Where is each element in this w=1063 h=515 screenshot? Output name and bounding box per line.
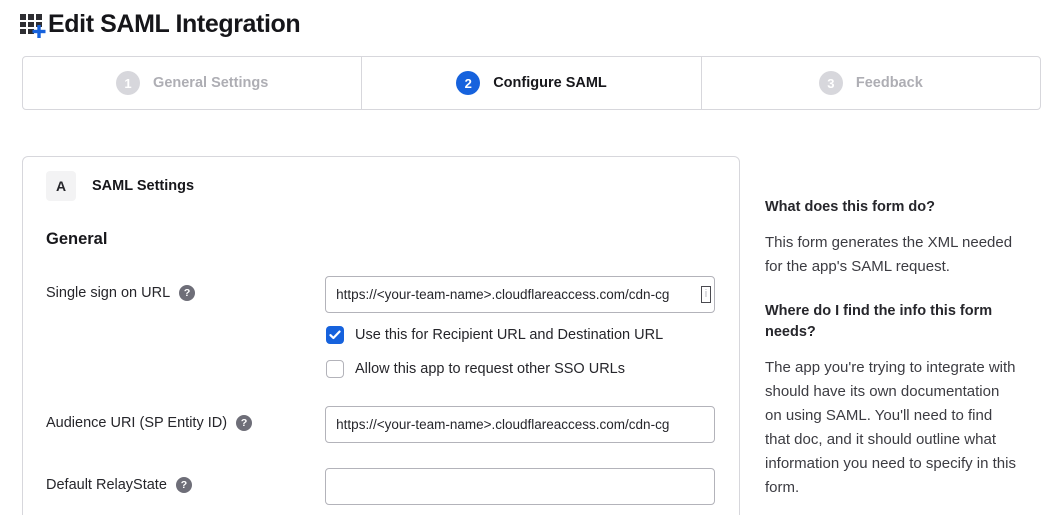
checkbox-checked-icon[interactable] xyxy=(326,326,344,344)
sso-url-input[interactable] xyxy=(325,276,715,313)
recipient-url-checkbox-label: Use this for Recipient URL and Destinati… xyxy=(355,327,663,343)
help-icon[interactable]: ? xyxy=(179,285,195,301)
sidebar-section: Where do I find the info this form needs… xyxy=(765,301,1019,500)
step-number-badge: 3 xyxy=(819,71,843,95)
relay-state-label-group: Default RelayState ? xyxy=(46,468,325,493)
step-number-badge: 1 xyxy=(116,71,140,95)
sidebar-heading: Where do I find the info this form needs… xyxy=(765,301,1019,343)
step-general-settings[interactable]: 1 General Settings xyxy=(23,57,362,109)
section-title: SAML Settings xyxy=(92,178,194,194)
help-icon[interactable]: ? xyxy=(176,477,192,493)
relay-state-field-wrap xyxy=(325,468,715,505)
page-title: Edit SAML Integration xyxy=(48,10,300,39)
saml-settings-panel: A SAML Settings General Single sign on U… xyxy=(22,156,740,515)
step-label: Configure SAML xyxy=(493,75,607,91)
section-letter-badge: A xyxy=(46,171,76,201)
page-header: Edit SAML Integration xyxy=(0,0,1063,39)
help-icon[interactable]: ? xyxy=(236,415,252,431)
audience-uri-label: Audience URI (SP Entity ID) xyxy=(46,415,227,431)
sso-url-label: Single sign on URL xyxy=(46,285,170,301)
help-sidebar: What does this form do? This form genera… xyxy=(765,156,1019,515)
relay-state-row: Default RelayState ? xyxy=(46,468,715,505)
checkbox-unchecked-icon[interactable] xyxy=(326,360,344,378)
section-header: A SAML Settings xyxy=(46,171,715,201)
step-number-badge: 2 xyxy=(456,71,480,95)
audience-uri-label-group: Audience URI (SP Entity ID) ? xyxy=(46,406,325,431)
sidebar-section: What does this form do? This form genera… xyxy=(765,197,1019,279)
step-label: General Settings xyxy=(153,75,268,91)
wizard-steps: 1 General Settings 2 Configure SAML 3 Fe… xyxy=(22,56,1041,110)
sidebar-body-text: The app you're trying to integrate with … xyxy=(765,356,1019,500)
general-heading: General xyxy=(46,230,715,249)
step-feedback[interactable]: 3 Feedback xyxy=(702,57,1040,109)
audience-uri-row: Audience URI (SP Entity ID) ? xyxy=(46,406,715,443)
sso-url-label-group: Single sign on URL ? xyxy=(46,276,325,301)
sso-url-field-wrap: i xyxy=(325,276,715,313)
audience-uri-input[interactable] xyxy=(325,406,715,443)
relay-state-label: Default RelayState xyxy=(46,477,167,493)
content-area: A SAML Settings General Single sign on U… xyxy=(0,156,1063,515)
sso-url-row: Single sign on URL ? i xyxy=(46,276,715,313)
step-configure-saml[interactable]: 2 Configure SAML xyxy=(362,57,701,109)
audience-uri-field-wrap xyxy=(325,406,715,443)
other-sso-checkbox-label: Allow this app to request other SSO URLs xyxy=(355,361,625,377)
app-grid-add-icon xyxy=(19,11,46,39)
recipient-url-checkbox-row[interactable]: Use this for Recipient URL and Destinati… xyxy=(326,326,715,344)
sidebar-body-text: This form generates the XML needed for t… xyxy=(765,231,1019,279)
step-label: Feedback xyxy=(856,75,923,91)
sidebar-heading: What does this form do? xyxy=(765,197,1019,218)
other-sso-checkbox-row[interactable]: Allow this app to request other SSO URLs xyxy=(326,360,715,378)
relay-state-input[interactable] xyxy=(325,468,715,505)
text-cursor: i xyxy=(701,286,711,303)
